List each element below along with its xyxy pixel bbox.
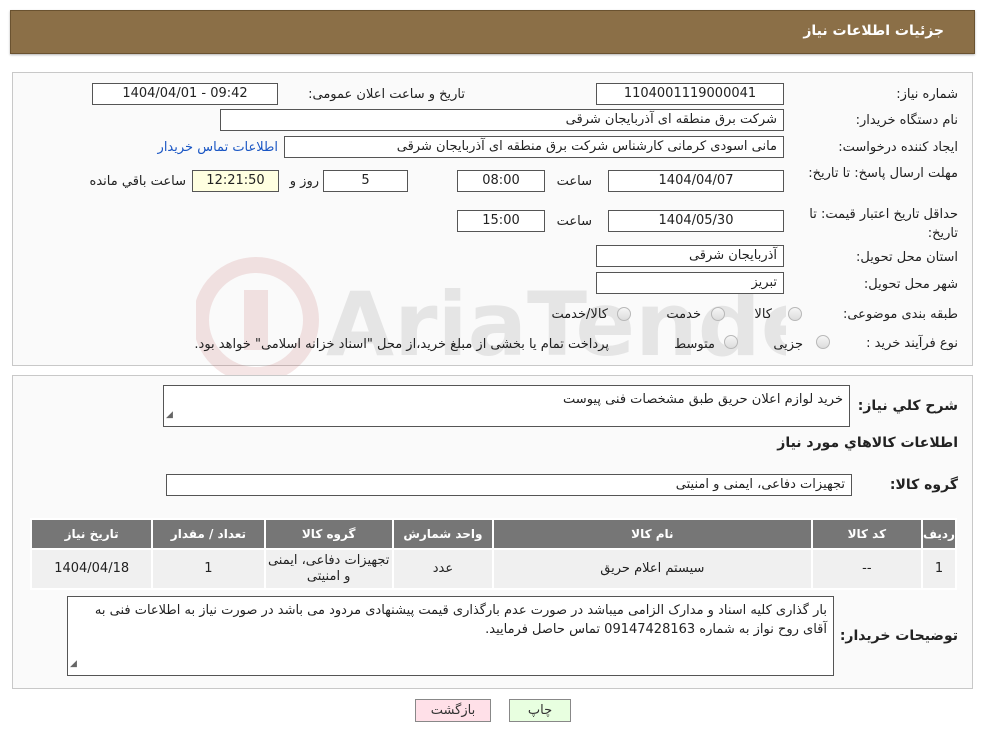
city-label: شهر محل تحویل: — [863, 277, 958, 292]
resize-grip-icon[interactable]: ◢ — [70, 655, 77, 674]
process-radio-minor[interactable] — [816, 335, 830, 349]
cell-name: سیستم اعلام حریق — [492, 548, 813, 590]
buyer-notes-label: توضیحات خریدار: — [839, 628, 958, 644]
validity-label: حداقل تاریخ اعتبار قیمت: تا تاریخ: — [809, 207, 958, 241]
category-radio-service[interactable] — [711, 307, 725, 321]
goods-info-title: اطلاعات کالاهاي مورد نياز — [777, 435, 958, 451]
cell-code: -- — [810, 548, 923, 590]
buyer-org-label: نام دستگاه خریدار: — [855, 113, 958, 128]
cell-group: تجهیزات دفاعی، ایمنی و امنیتی — [263, 548, 394, 590]
col-unit-header: واحد شمارش — [391, 518, 495, 550]
back-button[interactable]: بازگشت — [415, 699, 491, 722]
table-row: 1 -- سیستم اعلام حریق عدد تجهیزات دفاعی،… — [29, 548, 958, 590]
items-table: ردیف کد کالا نام کالا واحد شمارش گروه کا… — [29, 518, 958, 590]
process-option-minor: جزیی — [773, 337, 803, 352]
need-number-label: شماره نیاز: — [896, 87, 958, 102]
general-desc-label: شرح کلي نياز: — [857, 398, 958, 414]
goods-group-field: تجهیزات دفاعی، ایمنی و امنیتی — [166, 474, 852, 496]
process-option-medium: متوسط — [674, 337, 715, 352]
province-field: آذربایجان شرقی — [596, 245, 784, 267]
col-row-header: ردیف — [920, 518, 958, 550]
category-option-goods: کالا — [754, 307, 772, 322]
category-option-service: خدمت — [666, 307, 701, 322]
col-qty-header: تعداد / مقدار — [151, 518, 266, 550]
general-desc-text: خرید لوازم اعلان حریق طبق مشخصات فنی پیو… — [563, 392, 843, 407]
creator-field: مانی اسودی کرمانی کارشناس شرکت برق منطقه… — [284, 136, 784, 158]
deadline-time-field: 08:00 — [457, 170, 545, 192]
col-name-header: نام کالا — [492, 518, 813, 550]
col-date-header: تاریخ نیاز — [29, 518, 154, 550]
validity-time-label: ساعت — [556, 214, 592, 229]
process-label: نوع فرآیند خرید : — [866, 336, 958, 351]
cell-date: 1404/04/18 — [29, 548, 154, 590]
deadline-date-field: 1404/04/07 — [608, 170, 784, 192]
process-note: پرداخت تمام یا بخشی از مبلغ خرید،از محل … — [194, 337, 609, 352]
deadline-label: مهلت ارسال پاسخ: تا تاریخ: — [808, 166, 958, 181]
days-field: 5 — [323, 170, 408, 192]
table-header-row: ردیف کد کالا نام کالا واحد شمارش گروه کا… — [29, 518, 958, 550]
validity-time-field: 15:00 — [457, 210, 545, 232]
process-radio-medium[interactable] — [724, 335, 738, 349]
general-desc-textarea[interactable]: خرید لوازم اعلان حریق طبق مشخصات فنی پیو… — [163, 385, 850, 427]
creator-label: ایجاد کننده درخواست: — [838, 140, 958, 155]
category-option-goods-service: کالا/خدمت — [551, 307, 608, 322]
page-header: جزئیات اطلاعات نیاز — [10, 10, 975, 54]
remaining-time-field: 12:21:50 — [192, 170, 279, 192]
col-code-header: کد کالا — [810, 518, 923, 550]
buyer-org-field: شرکت برق منطقه ای آذربایجان شرقی — [220, 109, 784, 131]
buyer-contact-link[interactable]: اطلاعات تماس خریدار — [158, 140, 278, 155]
deadline-time-label: ساعت — [556, 174, 592, 189]
resize-grip-icon[interactable]: ◢ — [166, 406, 173, 425]
cell-unit: عدد — [391, 548, 495, 590]
validity-date-field: 1404/05/30 — [608, 210, 784, 232]
buyer-notes-text: بار گذاری کلیه اسناد و مدارک الزامی میبا… — [94, 603, 827, 637]
category-radio-goods-service[interactable] — [617, 307, 631, 321]
category-radio-goods[interactable] — [788, 307, 802, 321]
col-group-header: گروه کالا — [263, 518, 394, 550]
need-number-field: 1104001119000041 — [596, 83, 784, 105]
remaining-label: ساعت باقي مانده — [89, 174, 186, 189]
cell-qty: 1 — [151, 548, 266, 590]
announce-label: تاریخ و ساعت اعلان عمومی: — [308, 87, 465, 102]
goods-group-label: گروه کالا: — [889, 477, 958, 493]
city-field: تبریز — [596, 272, 784, 294]
province-label: استان محل تحویل: — [856, 250, 958, 265]
cell-row: 1 — [920, 548, 958, 590]
days-label: روز و — [289, 174, 319, 189]
page-title: جزئیات اطلاعات نیاز — [803, 23, 944, 39]
announce-field: 1404/04/01 - 09:42 — [92, 83, 278, 105]
buyer-notes-textarea[interactable]: بار گذاری کلیه اسناد و مدارک الزامی میبا… — [67, 596, 834, 676]
print-button[interactable]: چاپ — [509, 699, 571, 722]
category-label: طبقه بندی موضوعی: — [842, 307, 958, 322]
